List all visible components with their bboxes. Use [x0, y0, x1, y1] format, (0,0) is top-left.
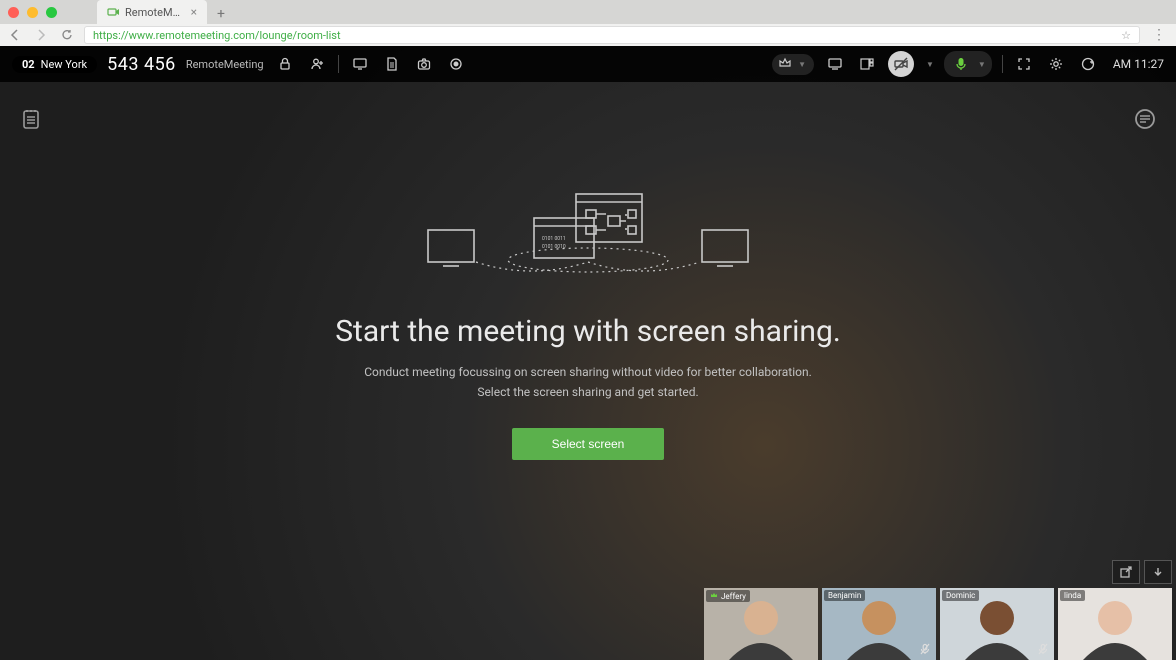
- screen-share-illustration: 0101 0011 0101 0010: [408, 186, 768, 296]
- browser-forward-icon[interactable]: [32, 28, 50, 42]
- participant-name-label: linda: [1060, 590, 1085, 601]
- empty-state-desc-line2: Select the screen sharing and get starte…: [477, 383, 698, 402]
- host-crown-icon: [710, 591, 718, 601]
- participant-name-label: Jeffery: [706, 590, 750, 602]
- select-screen-button[interactable]: Select screen: [512, 428, 665, 460]
- browser-tab[interactable]: RemoteMeeting ×: [97, 0, 207, 24]
- participant-strip: Jeffery Benjamin Dominic linda: [704, 588, 1176, 660]
- tab-favicon-icon: [107, 6, 119, 18]
- app-viewport: 02 New York 543 456 RemoteMeeting ▼ ▼ ▼ …: [0, 46, 1176, 660]
- close-window-icon[interactable]: [8, 7, 19, 18]
- empty-state-heading: Start the meeting with screen sharing.: [335, 314, 841, 349]
- browser-back-icon[interactable]: [6, 28, 24, 42]
- bookmark-star-icon[interactable]: ☆: [1121, 29, 1131, 42]
- url-text: https://www.remotemeeting.com/lounge/roo…: [93, 29, 341, 42]
- participant-thumbnail[interactable]: Benjamin: [822, 588, 936, 660]
- new-tab-button[interactable]: +: [211, 4, 231, 24]
- browser-reload-icon[interactable]: [58, 28, 76, 42]
- main-empty-state: 0101 0011 0101 0010 Start the meeting wi…: [0, 46, 1176, 660]
- tab-close-icon[interactable]: ×: [191, 5, 197, 19]
- svg-text:0101 0011: 0101 0011: [542, 236, 566, 242]
- browser-toolbar: https://www.remotemeeting.com/lounge/roo…: [0, 24, 1176, 46]
- address-bar[interactable]: https://www.remotemeeting.com/lounge/roo…: [84, 26, 1140, 44]
- collapse-down-icon[interactable]: [1144, 560, 1172, 584]
- popout-icon[interactable]: [1112, 560, 1140, 584]
- participant-thumbnail[interactable]: linda: [1058, 588, 1172, 660]
- participant-strip-controls: [1112, 560, 1172, 584]
- browser-menu-icon[interactable]: ⋮: [1148, 27, 1170, 43]
- participant-name-label: Dominic: [942, 590, 979, 601]
- muted-mic-icon: [1036, 642, 1050, 656]
- browser-tabbar: RemoteMeeting × +: [0, 0, 1176, 24]
- minimize-window-icon[interactable]: [27, 7, 38, 18]
- window-controls[interactable]: [8, 0, 57, 24]
- participant-name-label: Benjamin: [824, 590, 865, 601]
- muted-mic-icon: [918, 642, 932, 656]
- svg-text:0101 0010: 0101 0010: [542, 244, 566, 250]
- participant-thumbnail[interactable]: Jeffery: [704, 588, 818, 660]
- maximize-window-icon[interactable]: [46, 7, 57, 18]
- participant-thumbnail[interactable]: Dominic: [940, 588, 1054, 660]
- empty-state-desc-line1: Conduct meeting focussing on screen shar…: [364, 363, 812, 382]
- browser-chrome: RemoteMeeting × + https://www.remotemeet…: [0, 0, 1176, 46]
- tab-title: RemoteMeeting: [125, 6, 185, 19]
